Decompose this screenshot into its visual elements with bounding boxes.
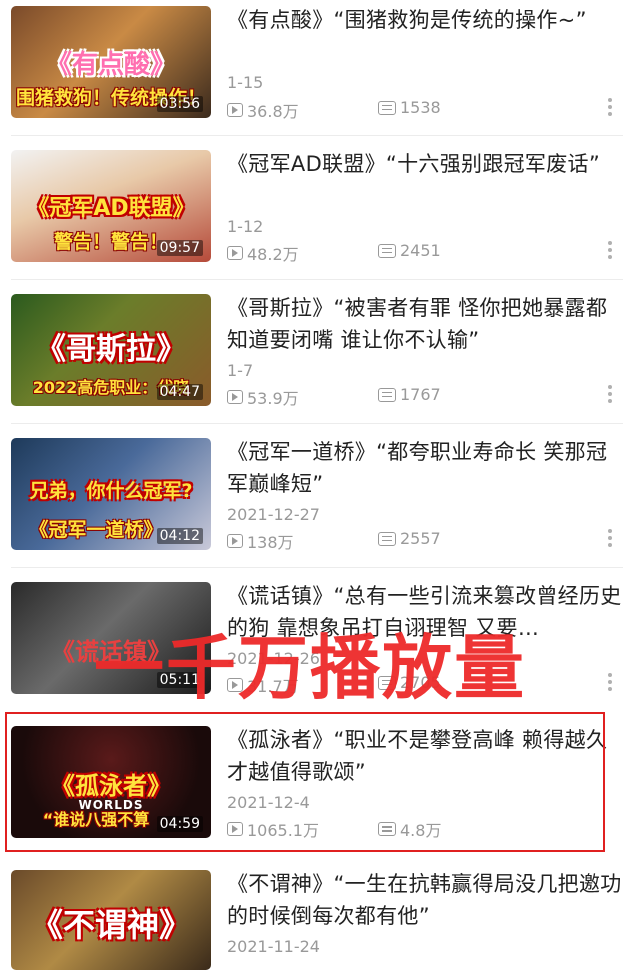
video-duration: 04:47 xyxy=(156,384,203,400)
video-thumbnail[interactable]: 《不谓神》 xyxy=(11,870,211,970)
more-options-icon[interactable] xyxy=(608,385,612,403)
thumbnail-caption: 兄弟，你什么冠军? xyxy=(29,480,193,502)
view-count: 36.8万 xyxy=(227,98,299,122)
divider xyxy=(11,423,623,424)
video-thumbnail[interactable]: 兄弟，你什么冠军? 《冠军一道桥》 04:12 xyxy=(11,438,211,550)
highlight-box xyxy=(5,712,605,852)
video-thumbnail[interactable]: 《有点酸》 围猪救狗！传统操作！ 03:56 xyxy=(11,6,211,118)
video-thumbnail[interactable]: 《冠军AD联盟》 警告！警告！ 09:57 xyxy=(11,150,211,262)
video-date: 1-15 xyxy=(227,73,264,92)
video-date: 2021-12-27 xyxy=(227,505,320,524)
more-options-icon[interactable] xyxy=(608,673,612,691)
video-thumbnail[interactable]: 《哥斯拉》 2022高危职业：代晓 04:47 xyxy=(11,294,211,406)
video-date: 2021-11-24 xyxy=(227,937,320,956)
danmaku-count-value: 1538 xyxy=(400,98,441,117)
view-count: 53.9万 xyxy=(227,385,299,409)
danmaku-icon xyxy=(378,100,396,115)
thumbnail-caption: 《冠军AD联盟》 xyxy=(27,196,195,221)
danmaku-count: 1767 xyxy=(378,385,441,404)
more-options-icon[interactable] xyxy=(608,98,612,116)
view-count-value: 36.8万 xyxy=(247,102,299,121)
video-title[interactable]: 《冠军AD联盟》“十六强别跟冠军废话” xyxy=(227,148,622,180)
thumbnail-caption: 《不谓神》 xyxy=(30,906,191,944)
play-count-icon xyxy=(227,390,243,404)
video-title[interactable]: 《哥斯拉》“被害者有罪 怪你把她暴露都知道要闭嘴 谁让你不认输” xyxy=(227,292,622,356)
video-duration: 04:12 xyxy=(156,528,203,544)
view-count-value: 53.9万 xyxy=(247,389,299,408)
divider xyxy=(11,135,623,136)
play-count-icon xyxy=(227,534,243,548)
view-count-value: 48.2万 xyxy=(247,245,299,264)
annotation-text: 一千万播放量 xyxy=(94,627,526,709)
divider xyxy=(11,567,623,568)
view-count-value: 138万 xyxy=(247,533,294,552)
play-count-icon xyxy=(227,103,243,117)
video-duration: 03:56 xyxy=(156,96,203,112)
danmaku-count-value: 2451 xyxy=(400,241,441,260)
video-title[interactable]: 《冠军一道桥》“都夸职业寿命长 笑那冠军巅峰短” xyxy=(227,436,622,500)
video-date: 1-7 xyxy=(227,361,254,380)
view-count: 48.2万 xyxy=(227,241,299,265)
video-item[interactable]: 《有点酸》 围猪救狗！传统操作！ 03:56 《有点酸》“围猪救狗是传统的操作~… xyxy=(0,0,634,135)
video-item[interactable]: 兄弟，你什么冠军? 《冠军一道桥》 04:12 《冠军一道桥》“都夸职业寿命长 … xyxy=(0,426,634,566)
video-item[interactable]: 《不谓神》 《不谓神》“一生在抗韩赢得局没几把邀功的时候倒每次都有他” 2021… xyxy=(0,858,634,970)
thumbnail-caption: 《哥斯拉》 xyxy=(36,332,186,367)
danmaku-count: 1538 xyxy=(378,98,441,117)
video-title[interactable]: 《有点酸》“围猪救狗是传统的操作~” xyxy=(227,4,622,36)
more-options-icon[interactable] xyxy=(608,529,612,547)
video-date: 1-12 xyxy=(227,217,264,236)
danmaku-icon xyxy=(378,531,396,546)
video-item[interactable]: 《冠军AD联盟》 警告！警告！ 09:57 《冠军AD联盟》“十六强别跟冠军废话… xyxy=(0,138,634,278)
video-duration: 09:57 xyxy=(156,240,203,256)
danmaku-count-value: 2557 xyxy=(400,529,441,548)
view-count: 138万 xyxy=(227,529,294,553)
thumbnail-caption: 《有点酸》 xyxy=(45,50,176,80)
danmaku-count-value: 1767 xyxy=(400,385,441,404)
danmaku-icon xyxy=(378,243,396,258)
video-title[interactable]: 《不谓神》“一生在抗韩赢得局没几把邀功的时候倒每次都有他” xyxy=(227,868,622,932)
danmaku-count: 2557 xyxy=(378,529,441,548)
danmaku-icon xyxy=(378,387,396,402)
play-count-icon xyxy=(227,246,243,260)
danmaku-count: 2451 xyxy=(378,241,441,260)
video-item[interactable]: 《哥斯拉》 2022高危职业：代晓 04:47 《哥斯拉》“被害者有罪 怪你把她… xyxy=(0,282,634,422)
divider xyxy=(11,279,623,280)
more-options-icon[interactable] xyxy=(608,241,612,259)
